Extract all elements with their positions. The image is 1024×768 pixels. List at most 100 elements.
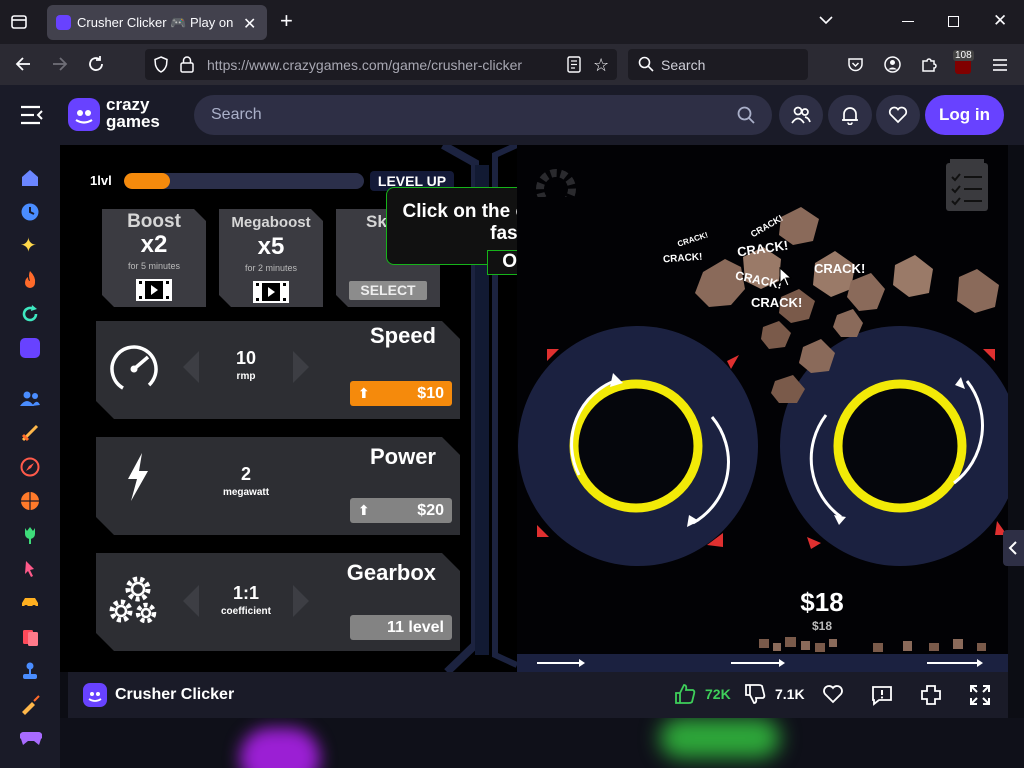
- settings-gear-icon[interactable]: [531, 159, 581, 197]
- close-tab-icon[interactable]: ✕: [243, 14, 256, 34]
- tab-overflow-chevron-icon[interactable]: [818, 12, 834, 28]
- gearbox-level-button[interactable]: 11 level: [350, 615, 452, 640]
- notifications-button[interactable]: [828, 95, 872, 135]
- boost-card[interactable]: Boost x2 for 5 minutes: [102, 209, 206, 307]
- minimize-window-icon[interactable]: [902, 21, 914, 22]
- crusher-scene[interactable]: CRACK! CRACK! CRACK! CRACK! CRACK! CRACK…: [517, 145, 1008, 672]
- new-sparkle-icon[interactable]: ✦: [20, 236, 37, 256]
- megaboost-duration: for 2 minutes: [244, 263, 298, 273]
- tab-list-icon[interactable]: [10, 13, 28, 31]
- crazygames-logo[interactable]: crazy games: [68, 96, 172, 136]
- site-search-placeholder: Search: [211, 106, 262, 123]
- updated-refresh-icon[interactable]: [20, 304, 40, 324]
- report-icon[interactable]: [871, 684, 893, 706]
- gearbox-decrease-arrow-icon[interactable]: [182, 585, 200, 617]
- forward-arrow-icon[interactable]: [51, 55, 69, 73]
- blurred-art-purple: [240, 728, 320, 768]
- reload-icon[interactable]: [87, 55, 105, 73]
- crack-label: CRACK!: [814, 261, 866, 276]
- address-bar[interactable]: https://www.crazygames.com/game/crusher-…: [145, 49, 617, 80]
- speed-decrease-arrow-icon[interactable]: [182, 351, 200, 383]
- close-window-icon[interactable]: ✕: [993, 11, 1007, 31]
- power-price: $20: [417, 502, 444, 519]
- gamepad-icon[interactable]: [20, 729, 42, 747]
- ore-fragments: [753, 631, 993, 655]
- gearbox-increase-arrow-icon[interactable]: [292, 585, 310, 617]
- shield-icon[interactable]: [153, 56, 169, 73]
- page-background-blur: [60, 718, 1024, 768]
- favorites-button[interactable]: [876, 95, 920, 135]
- speed-value: 10: [235, 348, 257, 368]
- boost-multiplier: x2: [140, 231, 168, 258]
- skin-title: Sk: [366, 212, 387, 231]
- dislike-button[interactable]: 7.1K: [744, 683, 805, 707]
- thumbs-up-icon: [674, 683, 696, 705]
- home-icon[interactable]: [20, 168, 40, 188]
- action-sword-icon[interactable]: [20, 423, 40, 443]
- originals-icon[interactable]: [20, 338, 40, 358]
- lock-icon[interactable]: [180, 56, 194, 73]
- watch-video-icon[interactable]: [136, 279, 172, 301]
- driving-car-icon[interactable]: [20, 593, 40, 613]
- maximize-window-icon[interactable]: [948, 16, 959, 27]
- gearbox-unit: coefficient: [220, 606, 271, 617]
- basketball-icon[interactable]: [20, 491, 40, 511]
- power-upgrade-panel: 2 megawatt Power ⬆ $20: [96, 437, 460, 535]
- browser-nav-bar: https://www.crazygames.com/game/crusher-…: [0, 44, 1024, 85]
- game-canvas[interactable]: 1lvl LEVEL UP Boost x2 for 5 minutes Meg…: [60, 145, 1008, 672]
- shooting-icon[interactable]: [20, 695, 40, 715]
- multiplayer-icon[interactable]: [20, 389, 40, 409]
- reader-view-icon[interactable]: [567, 56, 581, 73]
- casual-tulip-icon[interactable]: [20, 525, 40, 545]
- skin-select-button[interactable]: SELECT: [349, 281, 427, 300]
- boost-title: Boost: [127, 211, 181, 232]
- megaboost-card[interactable]: Megaboost x5 for 2 minutes: [219, 209, 323, 307]
- bookmark-star-icon[interactable]: ☆: [593, 55, 609, 76]
- site-search-input[interactable]: Search: [194, 95, 772, 135]
- site-search-icon[interactable]: [737, 106, 755, 124]
- level-progress-fill: [124, 173, 170, 189]
- clicker-icon[interactable]: [20, 559, 40, 579]
- extensions-puzzle-icon[interactable]: [920, 55, 938, 73]
- login-button[interactable]: Log in: [925, 95, 1004, 135]
- sidebar-collapse-icon[interactable]: [20, 105, 44, 125]
- account-icon[interactable]: [884, 56, 901, 73]
- power-unit: megawatt: [222, 487, 270, 498]
- search-icon: [638, 56, 654, 72]
- fullscreen-icon[interactable]: [969, 684, 991, 706]
- ore-rocks[interactable]: CRACK! CRACK! CRACK! CRACK! CRACK! CRACK…: [663, 197, 1008, 417]
- dislike-count: 7.1K: [775, 686, 805, 702]
- trending-fire-icon[interactable]: [20, 270, 40, 290]
- game-title: Crusher Clicker: [115, 686, 235, 703]
- watch-video-icon[interactable]: [253, 281, 289, 303]
- chevron-left-icon: [1008, 541, 1018, 555]
- right-panel-toggle[interactable]: [1003, 530, 1024, 566]
- speed-buy-button[interactable]: ⬆ $10: [350, 381, 452, 406]
- megaboost-multiplier: x5: [257, 233, 285, 260]
- gears-icon: [108, 571, 158, 627]
- embed-icon[interactable]: [920, 684, 942, 706]
- like-button[interactable]: 72K: [674, 683, 734, 707]
- game-footer-bar: Crusher Clicker 72K 7.1K: [68, 672, 1008, 718]
- card-games-icon[interactable]: [20, 627, 40, 647]
- speed-increase-arrow-icon[interactable]: [292, 351, 310, 383]
- adventure-compass-icon[interactable]: [20, 457, 40, 477]
- new-tab-button[interactable]: +: [280, 8, 293, 34]
- joystick-icon[interactable]: [20, 661, 40, 681]
- gearbox-title: Gearbox: [346, 560, 436, 585]
- power-buy-button[interactable]: ⬆ $20: [350, 498, 452, 523]
- browser-tab[interactable]: Crusher Clicker 🎮 Play on Cra ✕: [47, 5, 267, 40]
- recent-clock-icon[interactable]: [20, 202, 40, 222]
- level-progress-bar: [124, 173, 364, 189]
- browser-search-box[interactable]: Search: [628, 49, 808, 80]
- back-arrow-icon[interactable]: [14, 55, 32, 73]
- crack-label: CRACK!: [751, 295, 803, 310]
- lightning-icon: [122, 451, 152, 503]
- crazygames-favicon-icon: [56, 15, 71, 30]
- speed-upgrade-panel: 10 rmp Speed ⬆ $10: [96, 321, 460, 419]
- friends-button[interactable]: [779, 95, 823, 135]
- hamburger-menu-icon[interactable]: [992, 58, 1008, 72]
- pocket-icon[interactable]: [847, 56, 864, 73]
- speed-price: $10: [417, 385, 444, 402]
- favorite-game-heart-icon[interactable]: [822, 684, 844, 704]
